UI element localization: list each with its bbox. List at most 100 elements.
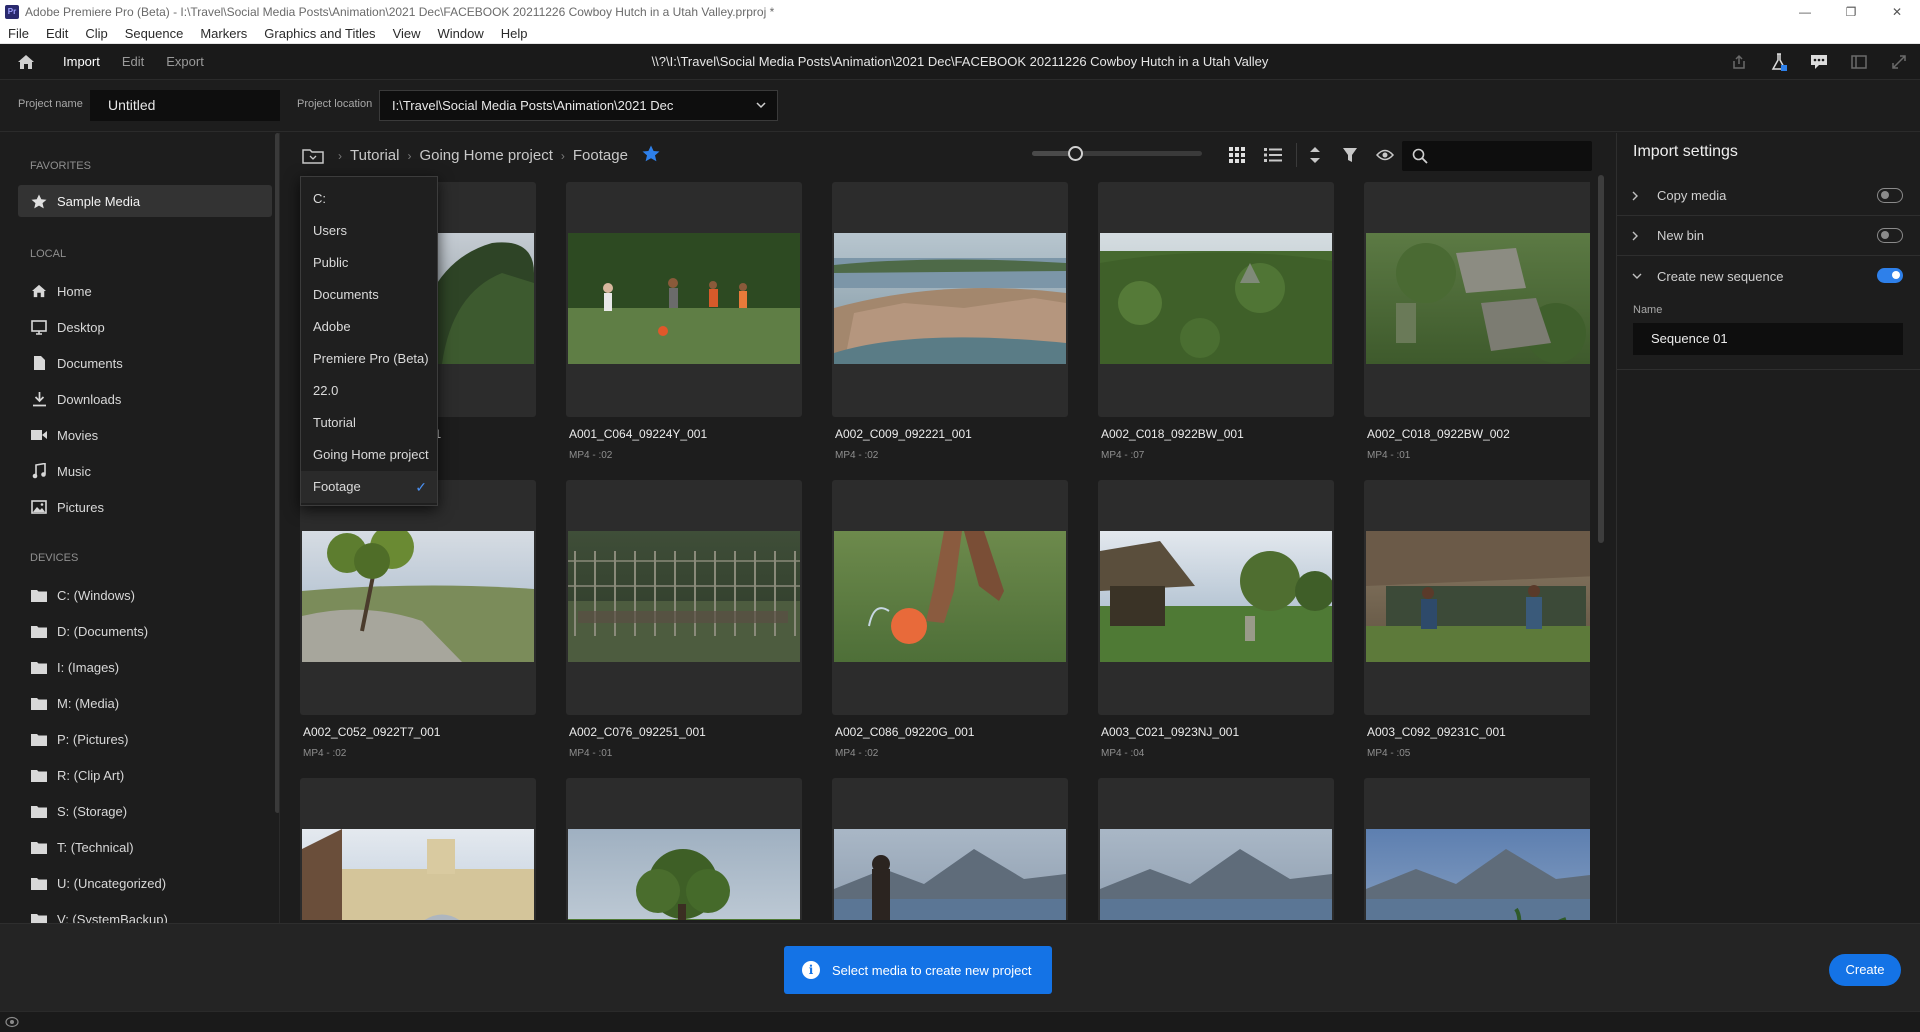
- menu-markers[interactable]: Markers: [192, 26, 256, 41]
- media-thumbnail[interactable]: [834, 233, 1066, 364]
- fullscreen-icon[interactable]: [1890, 53, 1908, 71]
- media-tile[interactable]: [566, 480, 802, 715]
- media-thumbnail[interactable]: [1366, 829, 1590, 920]
- dropdown-item-tutorial[interactable]: Tutorial: [301, 407, 437, 439]
- menu-sequence[interactable]: Sequence: [117, 26, 193, 41]
- create-button[interactable]: Create: [1829, 954, 1901, 986]
- feedback-icon[interactable]: [1810, 53, 1828, 71]
- media-card[interactable]: A002_C076_092251_001 MP4 - :01: [566, 480, 802, 770]
- dropdown-item-premiere-pro-beta[interactable]: Premiere Pro (Beta): [301, 343, 437, 375]
- dropdown-item-users[interactable]: Users: [301, 215, 437, 247]
- media-thumbnail[interactable]: [1100, 829, 1332, 920]
- media-thumbnail[interactable]: [1366, 233, 1590, 364]
- dropdown-item-public[interactable]: Public: [301, 247, 437, 279]
- sidebar-item-movies[interactable]: Movies: [18, 419, 272, 451]
- media-tile[interactable]: [1098, 778, 1334, 920]
- media-tile[interactable]: [832, 480, 1068, 715]
- sidebar-item-s-storage[interactable]: S: (Storage): [18, 795, 272, 827]
- media-card[interactable]: [1364, 778, 1590, 920]
- dropdown-item-footage[interactable]: Footage ✓: [301, 471, 437, 503]
- dropdown-item-documents[interactable]: Documents: [301, 279, 437, 311]
- media-thumbnail[interactable]: [568, 531, 800, 662]
- media-card[interactable]: [300, 778, 536, 920]
- sidebar-item-sample-media[interactable]: Sample Media: [18, 185, 272, 217]
- breadcrumb-going-home-project[interactable]: Going Home project: [419, 147, 552, 164]
- media-tile[interactable]: [1364, 182, 1590, 417]
- sidebar-item-d-documents[interactable]: D: (Documents): [18, 615, 272, 647]
- media-tile[interactable]: [300, 480, 536, 715]
- minimize-icon[interactable]: —: [1782, 0, 1828, 24]
- slider-thumb[interactable]: [1067, 146, 1083, 161]
- media-thumbnail[interactable]: [834, 531, 1066, 662]
- menu-window[interactable]: Window: [430, 26, 493, 41]
- grid-view-icon[interactable]: [1227, 145, 1247, 165]
- menu-clip[interactable]: Clip: [77, 26, 116, 41]
- sidebar-item-documents[interactable]: Documents: [18, 347, 272, 379]
- panel-icon[interactable]: [1850, 53, 1868, 71]
- media-tile[interactable]: [832, 182, 1068, 417]
- restore-icon[interactable]: ❐: [1828, 0, 1874, 24]
- media-thumbnail[interactable]: [568, 233, 800, 364]
- media-card[interactable]: A003_C021_0923NJ_001 MP4 - :04: [1098, 480, 1334, 770]
- sidebar-item-v-systembackup[interactable]: V: (SystemBackup): [18, 903, 272, 923]
- thumbnail-size-slider[interactable]: [1032, 146, 1202, 161]
- beta-flask-icon[interactable]: [1770, 53, 1788, 71]
- filter-icon[interactable]: [1340, 145, 1360, 165]
- sidebar-item-m-media[interactable]: M: (Media): [18, 687, 272, 719]
- media-thumbnail[interactable]: [1100, 233, 1332, 364]
- sidebar-item-r-clip-art[interactable]: R: (Clip Art): [18, 759, 272, 791]
- tab-import[interactable]: Import: [52, 44, 111, 80]
- create-sequence-toggle[interactable]: [1877, 268, 1903, 283]
- media-thumbnail[interactable]: [1100, 531, 1334, 662]
- media-tile[interactable]: [1098, 480, 1334, 715]
- media-card[interactable]: [566, 778, 802, 920]
- copy-media-row[interactable]: Copy media: [1617, 176, 1920, 216]
- sidebar-item-i-images[interactable]: I: (Images): [18, 651, 272, 683]
- media-thumbnail[interactable]: [1366, 531, 1590, 662]
- menu-graphics-and-titles[interactable]: Graphics and Titles: [256, 26, 384, 41]
- menu-view[interactable]: View: [385, 26, 430, 41]
- menu-edit[interactable]: Edit: [38, 26, 77, 41]
- search-input[interactable]: [1402, 141, 1592, 171]
- media-tile[interactable]: [566, 778, 802, 920]
- sidebar-item-c-windows[interactable]: C: (Windows): [18, 579, 272, 611]
- share-icon[interactable]: [1730, 53, 1748, 71]
- sidebar-item-desktop[interactable]: Desktop: [18, 311, 272, 343]
- tab-edit[interactable]: Edit: [111, 44, 155, 80]
- home-button[interactable]: [0, 44, 52, 80]
- media-thumbnail[interactable]: [302, 829, 534, 920]
- media-tile[interactable]: [1364, 778, 1590, 920]
- media-tile[interactable]: [832, 778, 1068, 920]
- project-name-input[interactable]: Untitled: [90, 90, 280, 121]
- sidebar-item-p-pictures[interactable]: P: (Pictures): [18, 723, 272, 755]
- sidebar-item-downloads[interactable]: Downloads: [18, 383, 272, 415]
- menu-help[interactable]: Help: [493, 26, 537, 41]
- eye-icon[interactable]: [1375, 145, 1395, 165]
- media-card[interactable]: A002_C018_0922BW_002 MP4 - :01: [1364, 182, 1590, 472]
- media-card[interactable]: A002_C052_0922T7_001 MP4 - :02: [300, 480, 536, 770]
- tab-export[interactable]: Export: [155, 44, 215, 80]
- close-icon[interactable]: ✕: [1874, 0, 1920, 24]
- breadcrumb-footage[interactable]: Footage: [573, 147, 628, 164]
- sidebar-item-music[interactable]: Music: [18, 455, 272, 487]
- dropdown-item-adobe[interactable]: Adobe: [301, 311, 437, 343]
- media-thumbnail[interactable]: [302, 525, 534, 662]
- media-tile[interactable]: [1364, 480, 1590, 715]
- media-card[interactable]: A003_C092_09231C_001 MP4 - :05: [1364, 480, 1590, 770]
- menu-file[interactable]: File: [0, 26, 38, 41]
- media-tile[interactable]: [1098, 182, 1334, 417]
- new-bin-toggle[interactable]: [1877, 228, 1903, 243]
- sidebar-item-pictures[interactable]: Pictures: [18, 491, 272, 523]
- project-location-select[interactable]: I:\Travel\Social Media Posts\Animation\2…: [379, 90, 778, 121]
- media-thumbnail[interactable]: [834, 829, 1066, 920]
- media-card[interactable]: A001_C064_09224Y_001 MP4 - :02: [566, 182, 802, 472]
- dropdown-item-c[interactable]: C:: [301, 183, 437, 215]
- media-tile[interactable]: [300, 778, 536, 920]
- media-card[interactable]: A002_C018_0922BW_001 MP4 - :07: [1098, 182, 1334, 472]
- media-card[interactable]: [832, 778, 1068, 920]
- media-thumbnail[interactable]: [568, 829, 800, 920]
- sort-icon[interactable]: [1305, 145, 1325, 165]
- copy-media-toggle[interactable]: [1877, 188, 1903, 203]
- sidebar-scrollbar[interactable]: [275, 133, 279, 813]
- media-card[interactable]: A002_C009_092221_001 MP4 - :02: [832, 182, 1068, 472]
